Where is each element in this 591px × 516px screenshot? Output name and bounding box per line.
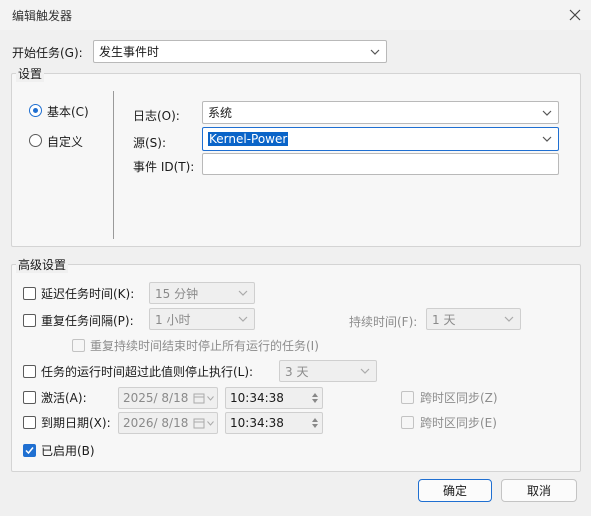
expire-sync-label: 跨时区同步(E) [420,416,497,430]
cancel-button[interactable]: 取消 [501,479,577,502]
settings-divider [113,91,114,239]
delay-value: 15 分钟 [155,286,199,301]
log-value: 系统 [208,106,233,120]
expire-label: 到期日期(X): [41,416,111,430]
spin-up-icon [312,418,318,422]
dialog-title: 编辑触发器 [12,9,73,23]
radio-basic[interactable] [29,104,42,117]
begin-task-dropdown[interactable]: 发生事件时 [93,40,387,63]
activate-label: 激活(A): [41,391,87,405]
event-id-input[interactable] [202,153,559,175]
stop-if-label: 任务的运行时间超过此值则停止执行(L): [41,365,254,379]
source-label: 源(S): [133,136,167,150]
time-spinner[interactable] [308,388,322,408]
stop-if-dropdown[interactable]: 3 天 [279,360,377,382]
spin-down-icon [312,424,318,428]
spin-down-icon [312,399,318,403]
settings-group-label: 设置 [16,65,45,82]
log-label: 日志(O): [133,109,180,123]
duration-value: 1 天 [432,312,456,327]
chevron-down-icon [504,316,514,322]
calendar-icon [193,393,205,404]
cancel-button-label: 取消 [526,484,551,498]
chevron-down-icon [238,316,248,322]
title-bar [0,0,591,30]
chevron-down-icon [238,290,248,296]
duration-label: 持续时间(F): [349,315,418,329]
stop-all-checkbox[interactable] [72,339,85,352]
chevron-down-icon [207,396,214,401]
activate-date-value: 2025/ 8/18 [123,391,189,405]
repeat-dropdown[interactable]: 1 小时 [149,308,255,330]
repeat-value: 1 小时 [155,312,191,327]
check-icon [25,447,34,455]
source-dropdown[interactable]: Kernel-Power [202,127,559,151]
event-id-label: 事件 ID(T): [133,160,195,174]
chevron-down-icon [542,136,552,142]
time-spinner[interactable] [308,413,322,433]
ok-button-label: 确定 [442,484,467,498]
close-icon [569,9,581,21]
log-dropdown[interactable]: 系统 [202,101,559,124]
close-button[interactable] [564,4,586,26]
stop-all-label: 重复持续时间结束时停止所有运行的任务(I) [90,339,319,353]
activate-time-value: 10:34:38 [230,391,284,405]
source-value: Kernel-Power [208,132,289,146]
advanced-group-label: 高级设置 [16,256,69,273]
activate-date-picker[interactable]: 2025/ 8/18 [118,387,218,409]
spin-up-icon [312,393,318,397]
activate-checkbox[interactable] [23,391,36,404]
expire-time-value: 10:34:38 [230,416,284,430]
chevron-down-icon [370,49,380,55]
duration-dropdown[interactable]: 1 天 [426,308,521,330]
activate-sync-label: 跨时区同步(Z) [420,391,498,405]
chevron-down-icon [542,110,552,116]
repeat-checkbox[interactable] [23,314,36,327]
activate-sync-checkbox[interactable] [401,391,414,404]
expire-date-value: 2026/ 8/18 [123,416,189,430]
radio-custom[interactable] [29,134,42,147]
delay-checkbox[interactable] [23,287,36,300]
chevron-down-icon [207,421,214,426]
expire-checkbox[interactable] [23,416,36,429]
chevron-down-icon [360,368,370,374]
expire-time-picker[interactable]: 10:34:38 [225,412,323,434]
enabled-checkbox[interactable] [23,444,36,457]
begin-task-value: 发生事件时 [99,45,160,59]
delay-label: 延迟任务时间(K): [41,287,135,301]
enabled-label: 已启用(B) [41,444,95,458]
delay-dropdown[interactable]: 15 分钟 [149,282,255,304]
stop-if-value: 3 天 [285,364,309,379]
activate-time-picker[interactable]: 10:34:38 [225,387,323,409]
radio-custom-label: 自定义 [47,135,84,149]
calendar-icon [193,418,205,429]
begin-task-label: 开始任务(G): [12,46,83,60]
stop-if-checkbox[interactable] [23,365,36,378]
ok-button[interactable]: 确定 [418,479,492,502]
repeat-label: 重复任务间隔(P): [41,314,134,328]
expire-date-picker[interactable]: 2026/ 8/18 [118,412,218,434]
radio-basic-label: 基本(C) [47,105,89,119]
expire-sync-checkbox[interactable] [401,416,414,429]
